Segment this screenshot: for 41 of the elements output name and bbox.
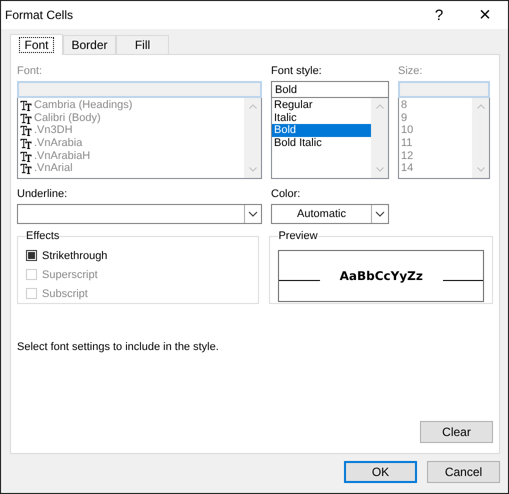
scroll-down-icon[interactable] [248, 167, 256, 172]
list-item[interactable]: Bold [272, 124, 371, 138]
truetype-icon [20, 138, 32, 149]
checkbox-label: Strikethrough [42, 250, 108, 262]
tab[interactable]: Font [10, 34, 63, 55]
scroll-up-icon[interactable] [476, 104, 484, 109]
preview-sample: AaBbCcYyZz [338, 269, 424, 283]
scroll-down-icon[interactable] [376, 167, 384, 172]
window-title: Format Cells [5, 8, 74, 22]
field-label: Font: [17, 65, 44, 79]
dialog-button[interactable]: Cancel [427, 461, 500, 483]
field-label: Size: [398, 65, 424, 79]
group-title: Preview [278, 230, 318, 242]
hint-text: Select font settings to include in the style. [17, 341, 220, 353]
checkbox-label: Superscript [42, 268, 98, 280]
dialog-button[interactable]: OK [344, 461, 417, 483]
help-button[interactable]: ? [416, 1, 462, 29]
tab[interactable]: Border [63, 35, 116, 54]
field-label: Underline: [17, 188, 68, 202]
scroll-up-icon[interactable] [376, 104, 384, 109]
close-button[interactable]: × [462, 1, 508, 29]
list-item[interactable]: Bold Italic [272, 137, 371, 150]
truetype-icon [20, 100, 32, 111]
clear-button[interactable]: Clear [420, 421, 493, 443]
text-field[interactable]: Bold [271, 81, 389, 98]
tab[interactable]: Fill [116, 35, 169, 54]
underline-dropdown[interactable] [17, 204, 262, 224]
scroll-up-icon[interactable] [248, 104, 256, 109]
truetype-icon [20, 112, 32, 124]
truetype-icon [20, 150, 32, 162]
group-title: Effects [26, 230, 60, 242]
truetype-icon [20, 163, 32, 174]
field-label: Color: [271, 188, 302, 202]
field-label: Font style: [271, 65, 323, 79]
list-item[interactable]: Regular [272, 99, 371, 112]
color-dropdown[interactable]: Automatic [271, 204, 389, 224]
list-item[interactable]: Italic [272, 112, 371, 124]
scroll-down-icon[interactable] [476, 167, 484, 172]
truetype-icon [20, 125, 32, 136]
checkbox-label: Subscript [42, 288, 88, 300]
checkbox[interactable] [26, 250, 37, 261]
